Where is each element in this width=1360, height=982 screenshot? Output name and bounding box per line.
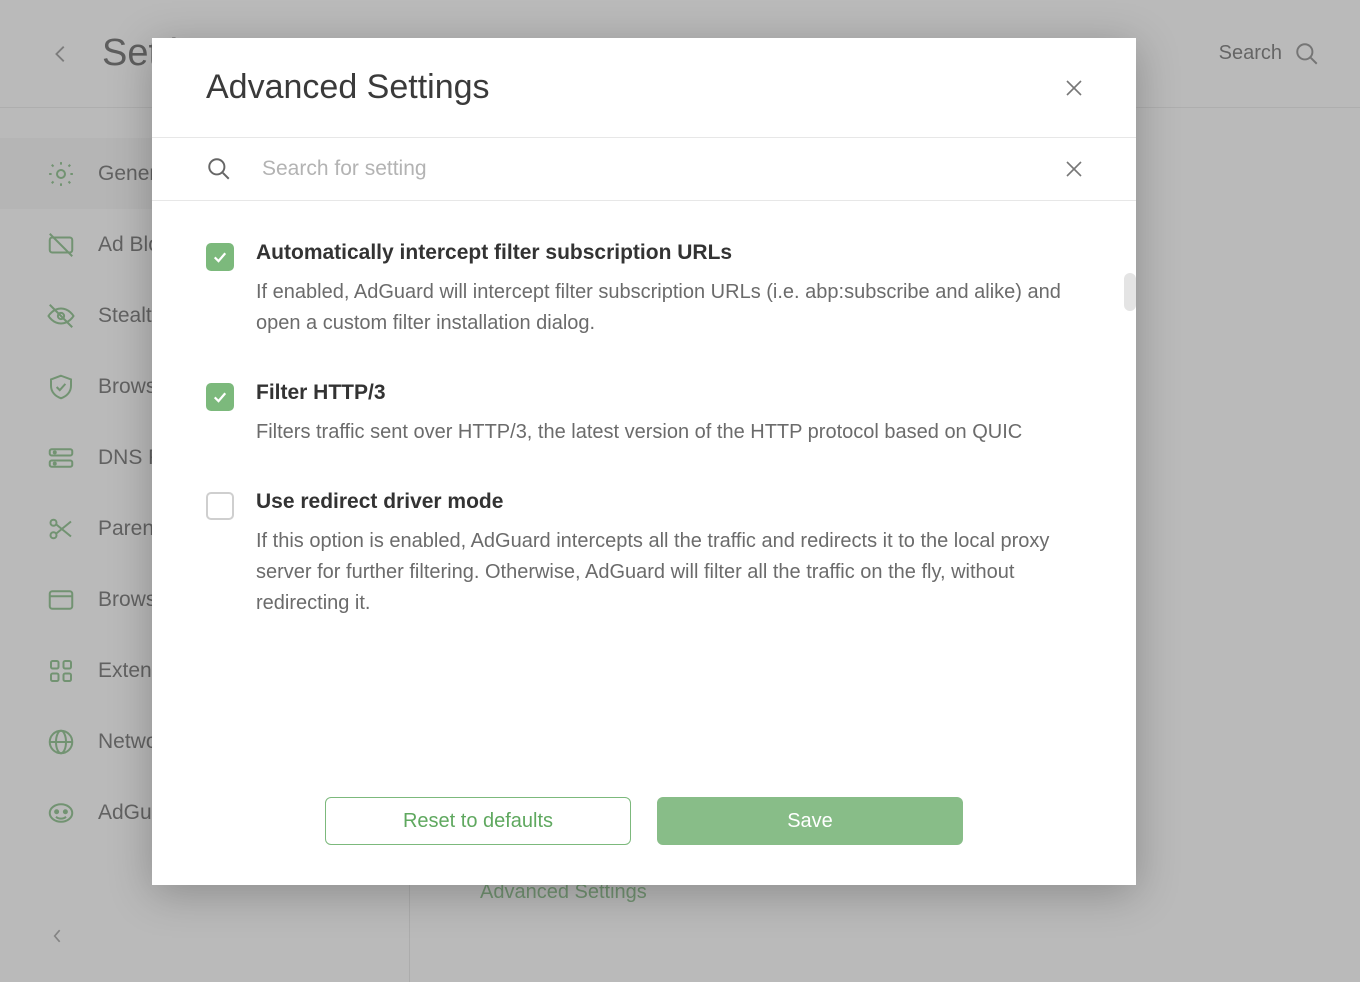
save-button[interactable]: Save — [657, 797, 963, 845]
modal-body: Automatically intercept filter subscript… — [152, 201, 1136, 769]
checkbox-redirect-driver[interactable] — [206, 492, 234, 520]
clear-search-icon[interactable] — [1062, 157, 1086, 181]
advanced-settings-modal: Advanced Settings Automatically intercep… — [152, 38, 1136, 885]
setting-desc: If enabled, AdGuard will intercept filte… — [256, 277, 1070, 339]
close-icon[interactable] — [1062, 76, 1086, 100]
setting-desc: Filters traffic sent over HTTP/3, the la… — [256, 417, 1070, 448]
setting-text: Automatically intercept filter subscript… — [256, 241, 1070, 339]
reset-button[interactable]: Reset to defaults — [325, 797, 631, 845]
setting-row-filter-http3: Filter HTTP/3 Filters traffic sent over … — [206, 381, 1070, 448]
modal-header: Advanced Settings — [152, 38, 1136, 138]
scrollbar-thumb[interactable] — [1124, 273, 1136, 311]
modal-footer: Reset to defaults Save — [152, 769, 1136, 885]
search-input[interactable] — [262, 157, 1032, 181]
modal-title: Advanced Settings — [206, 68, 490, 107]
setting-desc: If this option is enabled, AdGuard inter… — [256, 526, 1070, 619]
modal-search-row — [152, 138, 1136, 201]
setting-row-redirect-driver: Use redirect driver mode If this option … — [206, 490, 1070, 619]
setting-title: Use redirect driver mode — [256, 490, 1070, 514]
setting-text: Filter HTTP/3 Filters traffic sent over … — [256, 381, 1070, 448]
search-icon — [206, 156, 232, 182]
checkbox-filter-http3[interactable] — [206, 383, 234, 411]
checkbox-intercept-urls[interactable] — [206, 243, 234, 271]
setting-text: Use redirect driver mode If this option … — [256, 490, 1070, 619]
setting-title: Automatically intercept filter subscript… — [256, 241, 1070, 265]
setting-title: Filter HTTP/3 — [256, 381, 1070, 405]
setting-row-intercept-urls: Automatically intercept filter subscript… — [206, 241, 1070, 339]
